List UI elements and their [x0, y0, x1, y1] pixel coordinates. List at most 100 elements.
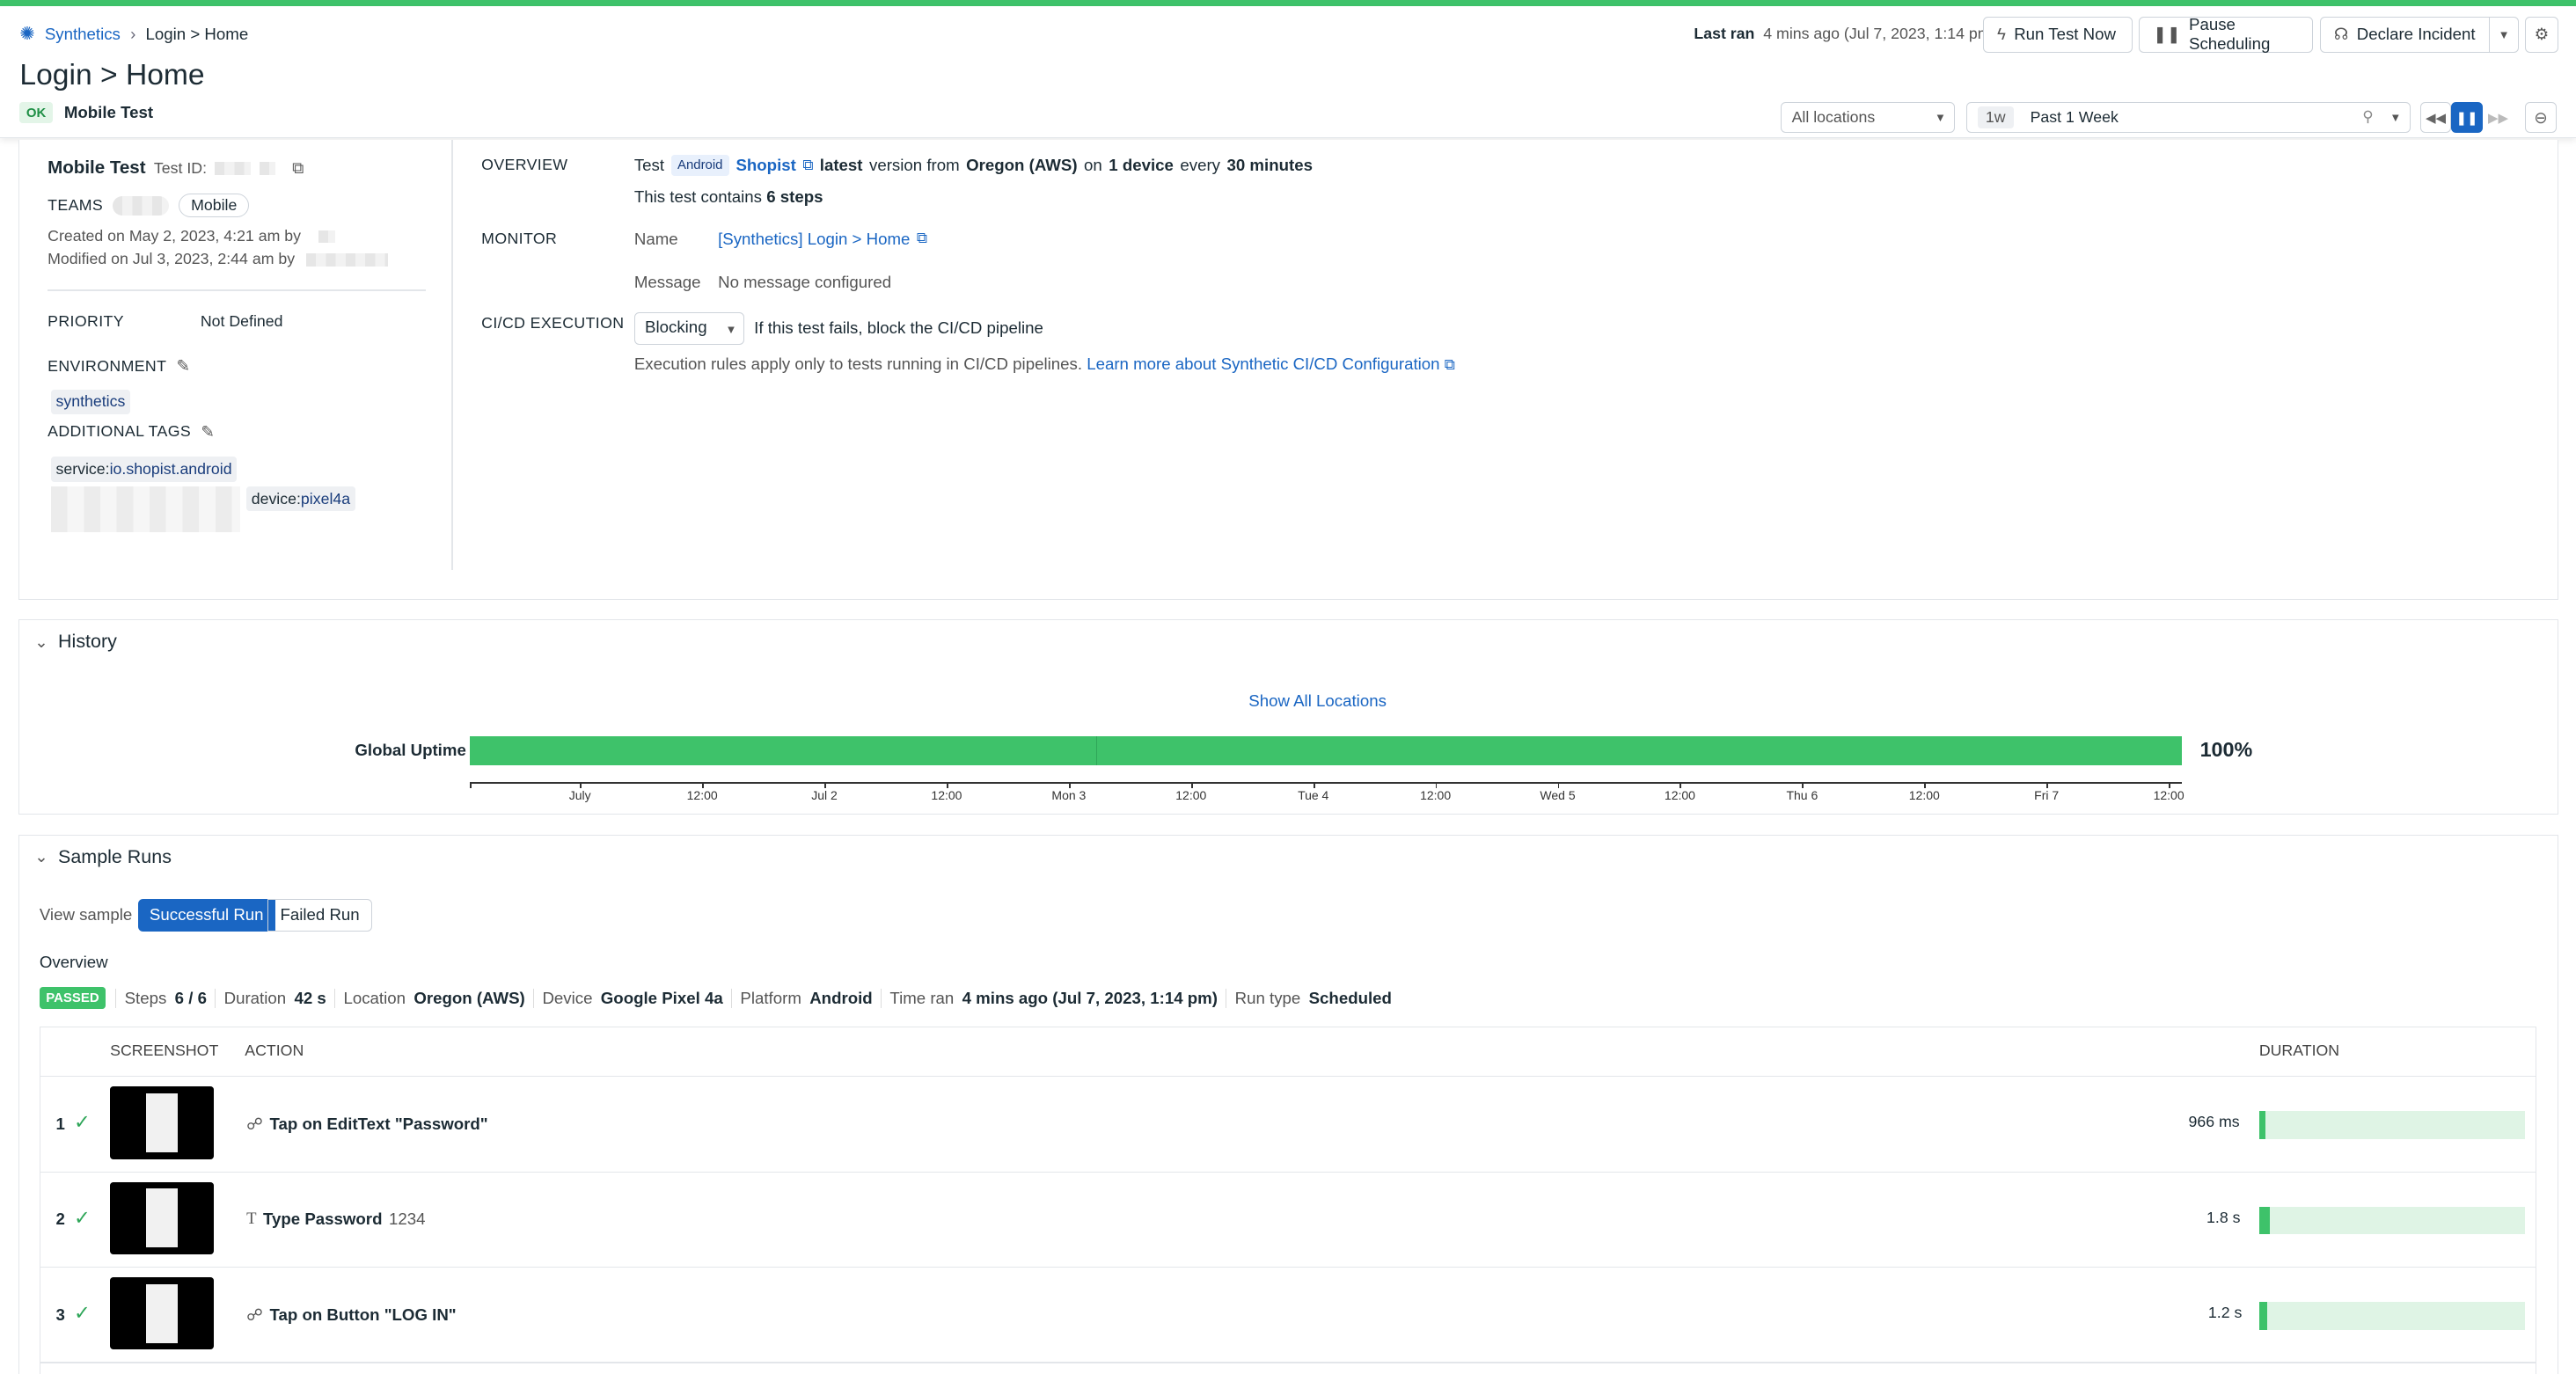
steps-text: This test contains: [633, 186, 763, 206]
forward-button[interactable]: ▶▶: [2482, 101, 2514, 134]
monitor-name-label: Name: [633, 230, 678, 249]
history-toggle[interactable]: ⌄ History: [34, 631, 117, 653]
modified-by: [305, 252, 388, 267]
step-screenshot[interactable]: [110, 1181, 214, 1254]
edit-icon[interactable]: ✎: [201, 422, 215, 442]
version-text: latest: [819, 155, 863, 174]
cicd-mode-select[interactable]: Blocking ▼: [633, 311, 744, 346]
col-screenshot: SCREENSHOT: [110, 1041, 219, 1059]
monitor-link[interactable]: [Synthetics] Login > Home: [718, 230, 910, 249]
pause-scheduling-button[interactable]: ❚❚ Pause Scheduling: [2139, 15, 2314, 53]
teams-label: TEAMS: [48, 196, 104, 215]
time-ran-label: Time ran: [881, 988, 962, 1008]
platform-value: Android: [809, 988, 873, 1007]
team-tag[interactable]: Mobile: [179, 194, 250, 218]
steps-value: 6 / 6: [174, 988, 207, 1007]
test-id-label: Test ID:: [153, 158, 208, 177]
priority-label: PRIORITY: [48, 311, 124, 330]
duration-bar-fill: [2258, 1206, 2270, 1235]
edit-icon[interactable]: ✎: [177, 356, 191, 376]
check-icon: ✓: [74, 1302, 91, 1325]
run-test-now-button[interactable]: ϟ Run Test Now: [1983, 16, 2133, 53]
time-label: Past 1 Week: [2030, 108, 2119, 127]
overview-text: Test: [633, 155, 665, 174]
bolt-icon: ϟ: [1997, 25, 2006, 44]
service-tag[interactable]: service:io.shopist.android: [50, 457, 238, 482]
locations-select[interactable]: All locations ▼: [1781, 101, 1956, 134]
environment-label: ENVIRONMENT: [48, 356, 167, 375]
synthetics-icon: ✺: [19, 24, 35, 45]
time-range-select[interactable]: 1w Past 1 Week ⚲ ▼: [1966, 101, 2411, 134]
axis-tick: [1680, 781, 1682, 789]
caret-down-icon: ▼: [1935, 111, 1946, 125]
last-ran: Last ran 4 mins ago (Jul 7, 2023, 1:14 p…: [1694, 25, 1995, 43]
overview-sentence: Test Android Shopist ⧉ latest version fr…: [633, 154, 1313, 176]
gear-icon: ⚙: [2534, 25, 2550, 44]
platform-label: Platform: [731, 988, 809, 1008]
table-row[interactable]: 1 ✓ ☍ Tap on EditText "Password" 966 ms: [39, 1076, 2537, 1171]
tags-row: ADDITIONAL TAGS ✎: [48, 422, 215, 442]
overview-text: every: [1180, 155, 1221, 174]
zoom-out-button[interactable]: ⊖: [2525, 101, 2557, 134]
sample-runs-toggle[interactable]: ⌄ Sample Runs: [34, 846, 172, 868]
copy-icon[interactable]: ⧉: [292, 158, 304, 178]
cicd-learn-more-link[interactable]: Learn more about Synthetic CI/CD Configu…: [1087, 354, 1439, 373]
step-action-text: Tap on EditText "Password": [269, 1115, 488, 1134]
uptime-value: 100%: [2199, 737, 2253, 761]
external-link-icon[interactable]: ⧉: [917, 230, 927, 249]
uptime-bar-divider: [1095, 735, 1098, 766]
steps-count: 6 steps: [766, 186, 823, 206]
pin-icon[interactable]: ⚲: [2362, 107, 2373, 126]
table-row[interactable]: 3 ✓ ☍ Tap on Button "LOG IN" 1.2 s: [39, 1266, 2537, 1362]
external-link-icon[interactable]: ⧉: [1445, 356, 1455, 373]
device-tag[interactable]: device:pixel4a: [246, 486, 355, 512]
device-label: Device: [533, 988, 601, 1008]
axis-tick: [702, 781, 704, 789]
step-screenshot[interactable]: [110, 1277, 214, 1350]
rewind-button[interactable]: ◀◀: [2419, 101, 2452, 134]
app-link[interactable]: Shopist: [735, 156, 795, 175]
axis-tick-label: 12:00: [2153, 788, 2184, 803]
axis-tick-label: July: [568, 788, 591, 803]
incident-dropdown-button[interactable]: ▼: [2489, 16, 2519, 53]
show-all-locations-link[interactable]: Show All Locations: [1248, 691, 1387, 711]
settings-button[interactable]: ⚙: [2525, 16, 2558, 53]
overview-text: on: [1084, 155, 1102, 174]
step-duration: 1.8 s: [2206, 1208, 2241, 1226]
cicd-mode: Blocking: [645, 318, 707, 337]
caret-down-icon: ▼: [2389, 111, 2402, 125]
col-action: ACTION: [245, 1041, 304, 1059]
test-name: Mobile Test: [48, 157, 146, 179]
duration-bar-fill: [2258, 1111, 2266, 1140]
run-label: Run Test Now: [2014, 25, 2116, 44]
team-tag-redacted: [113, 195, 169, 216]
step-duration: 1.2 s: [2207, 1303, 2243, 1321]
breadcrumb-synthetics[interactable]: Synthetics: [45, 25, 121, 44]
uptime-bar[interactable]: [470, 735, 2183, 766]
declare-incident-button[interactable]: ☊ Declare Incident: [2319, 16, 2492, 53]
duration-bar: [2258, 1302, 2526, 1330]
test-status: OK Mobile Test: [19, 101, 153, 124]
monitor-message-value: No message configured: [718, 273, 892, 291]
tab-failed-run[interactable]: Failed Run: [267, 898, 372, 932]
chevron-right-icon: ›: [130, 24, 136, 43]
tab-successful-run[interactable]: Successful Run: [137, 898, 275, 932]
step-screenshot[interactable]: [110, 1086, 214, 1159]
table-row[interactable]: 2 ✓ T Type Password 1234 1.8 s: [39, 1171, 2537, 1267]
modified-text: Modified on Jul 3, 2023, 2:44 am by: [48, 249, 296, 267]
step-action-value: 1234: [388, 1210, 426, 1229]
check-icon: ✓: [74, 1111, 91, 1134]
step-number: 3: [55, 1305, 65, 1324]
step-action: ☍ Tap on Button "LOG IN": [246, 1305, 457, 1325]
environment-tag[interactable]: synthetics: [50, 389, 130, 415]
pause-live-button[interactable]: ❚❚: [2451, 101, 2483, 134]
page-header: ✺ Synthetics › Login > Home Login > Home…: [0, 6, 2576, 138]
external-link-icon[interactable]: ⧉: [802, 157, 813, 174]
step-number: 2: [55, 1210, 65, 1229]
test-name-row: Mobile Test Test ID: ⧉: [48, 157, 304, 179]
tap-icon: ☍: [246, 1305, 264, 1324]
overview-devices: 1 device: [1109, 155, 1174, 174]
run-summary: PASSED Steps 6 / 6 Duration 42 s Location O…: [39, 987, 1392, 1009]
created-info: Created on May 2, 2023, 4:21 am by: [48, 227, 335, 245]
axis-tick-label: Thu 6: [1786, 788, 1819, 803]
